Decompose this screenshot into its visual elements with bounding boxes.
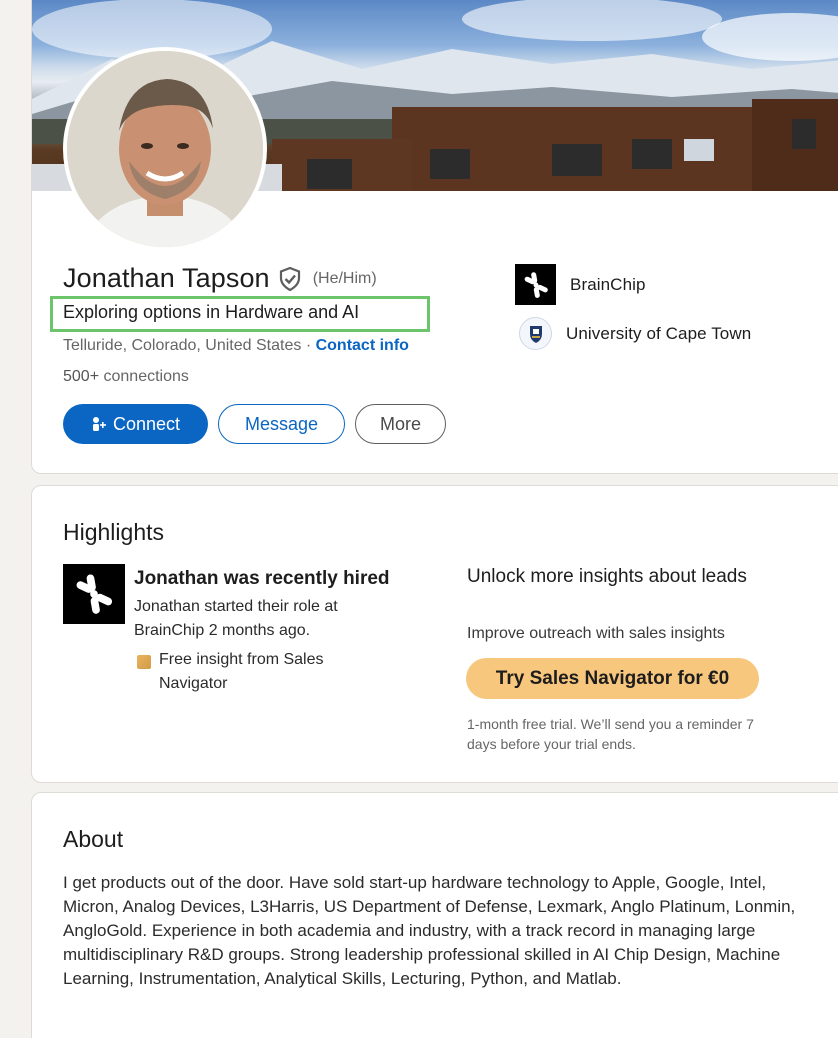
unlock-insights-title: Unlock more insights about leads bbox=[467, 566, 747, 587]
connect-button-label: Connect bbox=[112, 413, 181, 434]
free-insight-text: Free insight from Sales Navigator bbox=[159, 651, 324, 692]
profile-headline: Exploring options in Hardware and AI bbox=[63, 302, 360, 322]
trial-note: 1-month free trial. We’ll send you a rem… bbox=[467, 716, 754, 752]
profile-card: Jonathan Tapson (He/Him) Exploring optio… bbox=[31, 0, 838, 474]
uct-crest-logo-icon bbox=[519, 317, 552, 350]
connections-count[interactable]: 500+ connections bbox=[63, 368, 189, 386]
company-brainchip-label: BrainChip bbox=[570, 274, 646, 294]
try-sales-navigator-button[interactable]: Try Sales Navigator for €0 bbox=[466, 658, 759, 699]
pronouns: (He/Him) bbox=[312, 269, 377, 287]
brainchip-logo-icon[interactable] bbox=[63, 564, 125, 624]
verified-shield-icon[interactable] bbox=[279, 266, 301, 291]
about-title: About bbox=[63, 826, 124, 852]
sales-navigator-icon bbox=[137, 655, 151, 669]
location-separator: · bbox=[305, 337, 312, 354]
unlock-insights-subtitle: Improve outreach with sales insights bbox=[467, 625, 725, 642]
brainchip-logo-icon bbox=[515, 264, 556, 305]
add-person-icon bbox=[91, 416, 107, 432]
profile-name: Jonathan Tapson bbox=[63, 263, 270, 293]
company-brainchip[interactable]: BrainChip bbox=[515, 264, 646, 305]
connect-button[interactable]: Connect bbox=[63, 404, 208, 444]
company-uct[interactable]: University of Cape Town bbox=[515, 317, 751, 350]
location-text: Telluride, Colorado, United States bbox=[63, 337, 302, 354]
contact-info-link[interactable]: Contact info bbox=[316, 337, 409, 354]
name-row: Jonathan Tapson (He/Him) bbox=[63, 263, 377, 294]
highlights-title: Highlights bbox=[63, 519, 164, 545]
about-text: I get products out of the door. Have sol… bbox=[63, 873, 796, 988]
profile-location-line: Telluride, Colorado, United States · Con… bbox=[63, 337, 409, 355]
recently-hired-title: Jonathan was recently hired bbox=[134, 568, 390, 589]
connections-label: connections bbox=[103, 368, 189, 385]
message-button[interactable]: Message bbox=[218, 404, 345, 444]
recently-hired-body: Jonathan started their role at BrainChip… bbox=[134, 598, 338, 639]
connections-number: 500+ bbox=[63, 368, 100, 385]
profile-avatar[interactable] bbox=[63, 47, 267, 251]
more-button[interactable]: More bbox=[355, 404, 446, 444]
highlights-card: Highlights Jonathan was recently hired J… bbox=[31, 485, 838, 783]
about-card: About I get products out of the door. Ha… bbox=[31, 792, 838, 1038]
company-uct-label: University of Cape Town bbox=[566, 323, 752, 343]
